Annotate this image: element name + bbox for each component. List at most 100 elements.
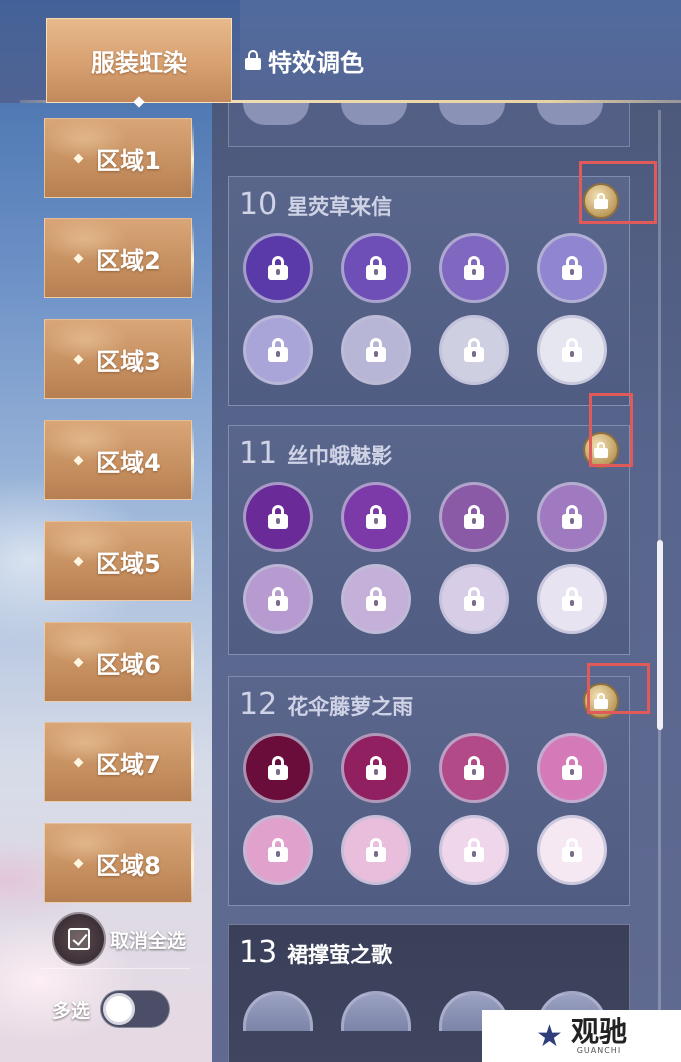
watermark-main: 观驰 [570,1014,627,1048]
color-swatch[interactable] [537,564,607,634]
color-swatch[interactable] [537,233,607,303]
color-swatch[interactable] [537,815,607,885]
zone-label: 区域5 [96,549,161,578]
lock-icon [562,838,582,862]
sidebar-zone-5[interactable]: 区域5 [44,521,194,601]
color-swatch[interactable] [341,733,411,803]
color-swatch[interactable] [341,815,411,885]
color-swatch[interactable] [439,815,509,885]
color-swatch[interactable] [243,315,313,385]
color-swatch[interactable] [243,233,313,303]
zone-label: 区域4 [96,448,161,477]
scrollbar-thumb[interactable] [657,540,663,730]
lock-icon [268,587,288,611]
color-swatch[interactable] [341,482,411,552]
swatch-partial[interactable] [243,991,313,1031]
sidebar-zone-4[interactable]: 区域4 [44,420,194,500]
lock-icon [562,587,582,611]
lock-icon [366,505,386,529]
color-swatch[interactable] [341,315,411,385]
lock-icon [464,505,484,529]
group-title: 12 花伞藤萝之雨 [239,687,413,722]
zone-label: 区域1 [96,146,161,175]
lock-icon [244,50,262,70]
group-number: 12 [239,687,278,722]
swatch-partial[interactable] [341,991,411,1031]
toggle-knob [103,993,136,1025]
diamond-icon [73,354,84,364]
checkbox-icon [52,912,106,966]
lock-icon [562,256,582,280]
tab-effect-color-label: 特效调色 [268,48,364,77]
divider [40,968,190,969]
group-title: 10 星荧草来信 [239,187,392,222]
multi-select-toggle[interactable] [100,990,171,1028]
sidebar-zone-3[interactable]: 区域3 [44,319,194,399]
color-swatch[interactable] [439,315,509,385]
color-swatch[interactable] [537,482,607,552]
color-swatch[interactable] [243,733,313,803]
color-swatch[interactable] [243,564,313,634]
sidebar-zone-2[interactable]: 区域2 [44,218,194,298]
color-swatch[interactable] [537,315,607,385]
lock-icon [366,587,386,611]
sidebar-zone-1[interactable]: 区域1 [44,118,194,198]
diamond-icon [73,253,84,263]
lock-icon [562,505,582,529]
group-name: 花伞藤萝之雨 [287,695,414,719]
previous-group-remainder [228,103,630,147]
group-name: 星荧草来信 [287,195,393,219]
lock-icon [366,838,386,862]
highlight-box [589,393,633,467]
group-title: 13 裙撑萤之歌 [239,935,392,970]
tab-outfit-dye-label: 服装虹染 [91,49,187,77]
lock-icon [464,587,484,611]
highlight-box [579,161,657,224]
color-swatch[interactable] [439,733,509,803]
multi-select-label: 多选 [52,999,91,1022]
watermark-logo: ★ 观驰 GUANCHI [482,1010,681,1062]
diamond-icon [73,455,84,465]
lock-icon [562,756,582,780]
group-name: 裙撑萤之歌 [287,943,393,967]
color-swatch[interactable] [439,482,509,552]
diamond-icon [73,858,84,868]
sidebar-zone-8[interactable]: 区域8 [44,823,194,903]
tab-effect-color[interactable]: 特效调色 [244,40,364,80]
lock-icon [268,256,288,280]
sidebar-zone-7[interactable]: 区域7 [44,722,194,802]
zone-label: 区域8 [96,851,161,880]
diamond-icon [73,757,84,767]
color-swatch[interactable] [537,733,607,803]
color-swatch[interactable] [439,564,509,634]
zone-label: 区域2 [96,246,161,275]
group-number: 11 [239,436,278,471]
sidebar-zone-6[interactable]: 区域6 [44,622,194,702]
lock-icon [366,338,386,362]
zone-label: 区域6 [96,650,161,679]
color-swatch[interactable] [243,482,313,552]
lock-icon [268,505,288,529]
lock-icon [268,838,288,862]
lock-icon [464,838,484,862]
cancel-all-label: 取消全选 [110,929,187,952]
star-logo-icon: ★ [536,1018,563,1054]
color-swatch[interactable] [341,233,411,303]
lock-icon [268,338,288,362]
color-swatch[interactable] [341,564,411,634]
multi-select-row: 多选 [52,990,171,1028]
diamond-icon [73,556,84,566]
cancel-all-button[interactable]: 取消全选 [52,912,186,966]
group-number: 10 [239,187,278,222]
lock-icon [464,256,484,280]
color-group-12: 12 花伞藤萝之雨 [228,676,630,906]
color-group-10: 10 星荧草来信 [228,176,630,406]
watermark-sub: GUANCHI [576,1045,622,1055]
color-swatch[interactable] [439,233,509,303]
lock-icon [366,756,386,780]
lock-icon [562,338,582,362]
lock-icon [464,338,484,362]
tab-outfit-dye[interactable]: 服装虹染 [46,18,232,103]
color-swatch[interactable] [243,815,313,885]
group-number: 13 [239,935,278,970]
